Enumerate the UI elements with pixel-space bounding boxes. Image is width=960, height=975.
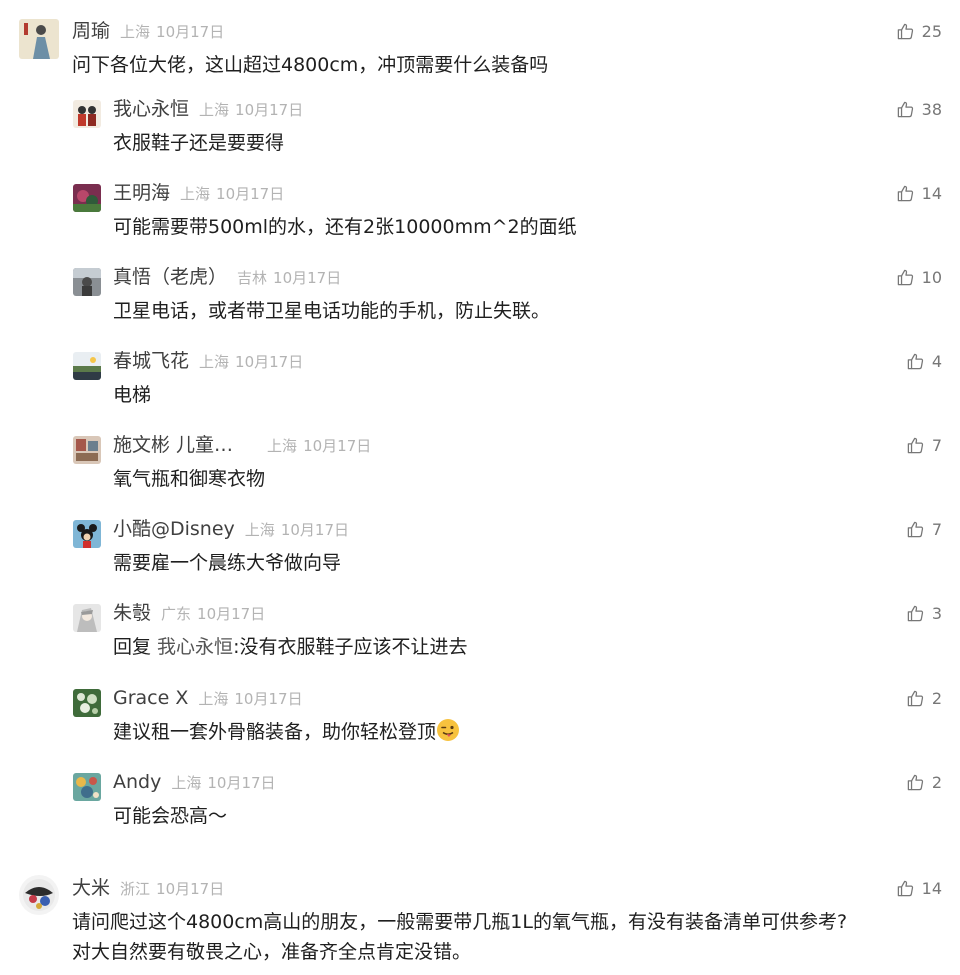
comment-location: 广东 — [161, 605, 192, 623]
thumbs-up-icon — [907, 437, 923, 454]
thumbs-up-icon — [897, 880, 913, 897]
like-count: 7 — [931, 519, 942, 539]
like-count: 2 — [931, 688, 942, 708]
like-button[interactable]: 14 — [896, 184, 942, 203]
comment-location: 上海 — [180, 185, 211, 203]
thumbs-up-icon — [897, 101, 913, 118]
comment-date: 10月17日 — [197, 605, 266, 623]
comment-author[interactable]: 施文彬 儿童… — [113, 434, 233, 456]
avatar[interactable] — [73, 268, 101, 296]
like-button[interactable]: 38 — [896, 100, 942, 119]
comment-author[interactable]: 大米 — [72, 877, 110, 899]
like-count: 7 — [931, 435, 942, 455]
comment-location: 上海 — [244, 521, 275, 539]
comment-date: 10月17日 — [235, 101, 304, 119]
like-button[interactable]: 4 — [906, 352, 942, 371]
comment-author[interactable]: 朱彀 — [113, 602, 151, 624]
avatar[interactable] — [73, 352, 101, 380]
like-count: 14 — [921, 878, 942, 898]
comment-thread: { "comments": [ {"name": "周瑜", "location… — [0, 0, 960, 975]
comment-location: 浙江 — [120, 880, 151, 898]
comment-location: 上海 — [198, 690, 229, 708]
like-button[interactable]: 2 — [906, 689, 942, 708]
avatar[interactable] — [73, 520, 101, 548]
thumbs-up-icon — [907, 774, 923, 791]
comment-location: 上海 — [171, 774, 202, 792]
like-button[interactable]: 25 — [896, 22, 942, 41]
avatar[interactable] — [19, 875, 59, 915]
thumbs-up-icon — [907, 605, 923, 622]
comment-author[interactable]: 真悟（老虎） — [113, 266, 227, 288]
comment-date: 10月17日 — [234, 690, 303, 708]
thumbs-up-icon — [897, 185, 913, 202]
comment-location: 吉林 — [237, 269, 268, 287]
comment-text: 可能会恐高～ — [113, 805, 228, 827]
like-count: 10 — [921, 267, 942, 287]
avatar[interactable] — [19, 19, 59, 59]
comment-author[interactable]: Grace X — [113, 687, 188, 709]
comment-author[interactable]: 王明海 — [113, 182, 170, 204]
comment-author[interactable]: 周瑜 — [72, 20, 110, 42]
comment-body: 建议租一套外骨骼装备，助你轻松登顶 — [113, 721, 437, 743]
like-count: 38 — [921, 99, 942, 119]
like-count: 14 — [921, 183, 942, 203]
like-button[interactable]: 7 — [906, 436, 942, 455]
comment-author[interactable]: Andy — [113, 771, 161, 793]
like-button[interactable]: 7 — [906, 520, 942, 539]
reply-prefix: 回复 — [113, 636, 158, 658]
comment-text: 需要雇一个晨练大爷做向导 — [113, 552, 342, 574]
like-button[interactable]: 3 — [906, 604, 942, 623]
like-count: 3 — [931, 603, 942, 623]
comment-text: 问下各位大佬，这山超过4800cm，冲顶需要什么装备吗 — [72, 54, 549, 76]
reply-to-user[interactable]: 我心永恒 — [157, 636, 233, 658]
comment-author[interactable]: 小酷@Disney — [113, 518, 235, 540]
comment-text-line2: 对大自然要有敬畏之心，准备齐全点肯定没错。 — [72, 941, 472, 963]
like-button[interactable]: 14 — [896, 879, 942, 898]
avatar[interactable] — [73, 436, 101, 464]
avatar[interactable] — [73, 689, 101, 717]
thumbs-up-icon — [897, 23, 913, 40]
winking-tongue-emoji-icon — [437, 719, 460, 741]
comment-date: 10月17日 — [235, 353, 304, 371]
comment-text: 电梯 — [113, 384, 152, 406]
thumbs-up-icon — [907, 521, 923, 538]
comment-date: 10月17日 — [273, 269, 342, 287]
like-count: 4 — [931, 351, 942, 371]
avatar[interactable] — [73, 100, 101, 128]
like-button[interactable]: 10 — [896, 268, 942, 287]
comment-date: 10月17日 — [216, 185, 285, 203]
thumbs-up-icon — [897, 269, 913, 286]
comment-date: 10月17日 — [303, 437, 372, 455]
comment-author[interactable]: 我心永恒 — [113, 98, 189, 120]
comment-location: 上海 — [199, 353, 230, 371]
comment-text: 氧气瓶和御寒衣物 — [113, 468, 266, 490]
avatar[interactable] — [73, 184, 101, 212]
comment-text: 可能需要带500ml的水，还有2张10000mm^2的面纸 — [113, 216, 577, 238]
thumbs-up-icon — [907, 690, 923, 707]
comment-date: 10月17日 — [156, 23, 225, 41]
comment-text: 衣服鞋子还是要要得 — [113, 132, 285, 154]
comment-text: 回复 我心永恒:没有衣服鞋子应该不让进去 — [113, 632, 467, 662]
comment-text: 请问爬过这个4800cm高山的朋友，一般需要带几瓶1L的氧气瓶，有没有装备清单可… — [72, 911, 848, 933]
comment-text: 建议租一套外骨骼装备，助你轻松登顶 — [113, 717, 460, 747]
thumbs-up-icon — [907, 353, 923, 370]
avatar[interactable] — [73, 773, 101, 801]
comment-date: 10月17日 — [156, 880, 225, 898]
like-count: 25 — [921, 21, 942, 41]
like-button[interactable]: 2 — [906, 773, 942, 792]
comment-location: 上海 — [120, 23, 151, 41]
avatar[interactable] — [73, 604, 101, 632]
like-count: 2 — [931, 772, 942, 792]
comment-date: 10月17日 — [280, 521, 349, 539]
comment-text: 卫星电话，或者带卫星电话功能的手机，防止失联。 — [113, 300, 551, 322]
comment-author[interactable]: 春城飞花 — [113, 350, 189, 372]
reply-body: :没有衣服鞋子应该不让进去 — [233, 636, 468, 658]
comment-location: 上海 — [199, 101, 230, 119]
comment-date: 10月17日 — [207, 774, 276, 792]
comment-location: 上海 — [267, 437, 298, 455]
